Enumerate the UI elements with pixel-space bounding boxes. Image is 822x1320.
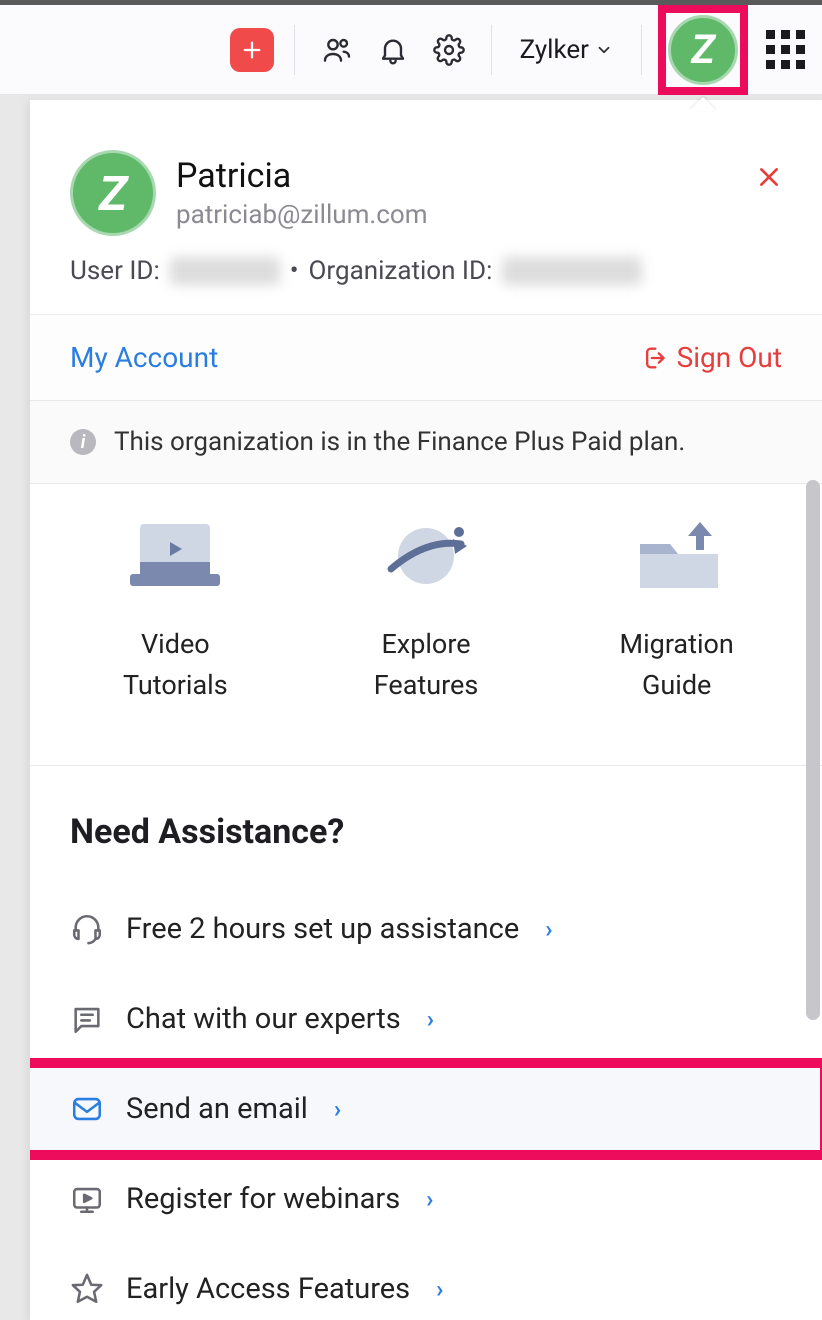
chevron-right-icon: › (334, 1095, 341, 1123)
users-icon (321, 34, 353, 66)
assist-send-email[interactable]: Send an email › (30, 1064, 822, 1154)
profile-name: Patricia (176, 156, 428, 196)
tile-label: Migration Guide (620, 624, 734, 705)
tile-migration-guide[interactable]: Migration Guide (551, 514, 802, 705)
org-id-value-redacted (502, 257, 642, 285)
laptop-play-icon (120, 514, 230, 604)
help-tiles: Video Tutorials Explore Features Migrati… (30, 484, 822, 766)
assist-label: Register for webinars (126, 1182, 400, 1216)
plan-notice: i This organization is in the Finance Pl… (30, 401, 822, 484)
user-id-label: User ID: (70, 256, 160, 286)
assist-chat-experts[interactable]: Chat with our experts › (70, 974, 782, 1064)
separator-dot: • (290, 256, 299, 286)
profile-avatar-button[interactable]: Z (662, 9, 744, 91)
info-icon: i (70, 429, 96, 455)
chevron-down-icon (595, 41, 613, 59)
chevron-right-icon: › (545, 915, 552, 943)
tile-video-tutorials[interactable]: Video Tutorials (50, 514, 301, 705)
profile-avatar: Z (70, 150, 156, 236)
divider (294, 25, 295, 75)
sign-out-link[interactable]: Sign Out (639, 341, 782, 374)
globe-orbit-icon (371, 514, 481, 604)
close-icon (756, 164, 782, 190)
assist-early-access[interactable]: Early Access Features › (70, 1244, 782, 1320)
org-id-label: Organization ID: (309, 256, 493, 286)
tile-explore-features[interactable]: Explore Features (301, 514, 552, 705)
apps-grid-button[interactable] (766, 30, 806, 70)
star-icon (70, 1272, 104, 1306)
assist-register-webinars[interactable]: Register for webinars › (70, 1154, 782, 1244)
account-row: My Account Sign Out (30, 315, 822, 401)
assistance-section: Need Assistance? Free 2 hours set up ass… (30, 766, 822, 1320)
avatar-letter: Z (691, 26, 715, 73)
assist-label: Send an email (126, 1092, 308, 1126)
webinar-icon (70, 1182, 104, 1216)
assistance-title: Need Assistance? (70, 812, 782, 852)
mail-icon (70, 1092, 104, 1126)
folder-upload-icon (622, 514, 732, 604)
bell-icon (377, 34, 409, 66)
chevron-right-icon: › (426, 1185, 433, 1213)
user-id-value-redacted (170, 257, 280, 285)
chat-icon (70, 1002, 104, 1036)
gear-icon (433, 34, 465, 66)
users-button[interactable] (315, 28, 359, 72)
add-button[interactable] (230, 28, 274, 72)
plan-notice-text: This organization is in the Finance Plus… (114, 427, 685, 457)
profile-email: patriciab@zillum.com (176, 200, 428, 230)
top-bar: Zylker Z (0, 0, 822, 95)
plus-icon (241, 39, 263, 61)
divider (641, 25, 642, 75)
my-account-link[interactable]: My Account (70, 341, 218, 374)
ids-row: User ID: • Organization ID: (30, 256, 822, 315)
chevron-right-icon: › (436, 1275, 443, 1303)
settings-button[interactable] (427, 28, 471, 72)
notifications-button[interactable] (371, 28, 415, 72)
sign-out-icon (639, 344, 667, 372)
tile-label: Video Tutorials (123, 624, 228, 705)
scrollbar[interactable] (806, 480, 820, 1020)
divider (491, 25, 492, 75)
avatar: Z (668, 15, 738, 85)
profile-header: Z Patricia patriciab@zillum.com (30, 100, 822, 256)
headset-icon (70, 912, 104, 946)
profile-dropdown: Z Patricia patriciab@zillum.com User ID:… (30, 100, 822, 1320)
profile-avatar-letter: Z (99, 165, 127, 222)
assist-label: Early Access Features (126, 1272, 410, 1306)
caret-up-icon (689, 97, 717, 111)
assist-label: Free 2 hours set up assistance (126, 912, 519, 946)
sign-out-label: Sign Out (677, 341, 782, 374)
assist-label: Chat with our experts (126, 1002, 401, 1036)
tile-label: Explore Features (374, 624, 479, 705)
org-name: Zylker (520, 35, 589, 65)
close-button[interactable] (756, 160, 782, 198)
chevron-right-icon: › (427, 1005, 434, 1033)
org-switcher[interactable]: Zylker (512, 35, 621, 65)
assist-setup-assistance[interactable]: Free 2 hours set up assistance › (70, 884, 782, 974)
